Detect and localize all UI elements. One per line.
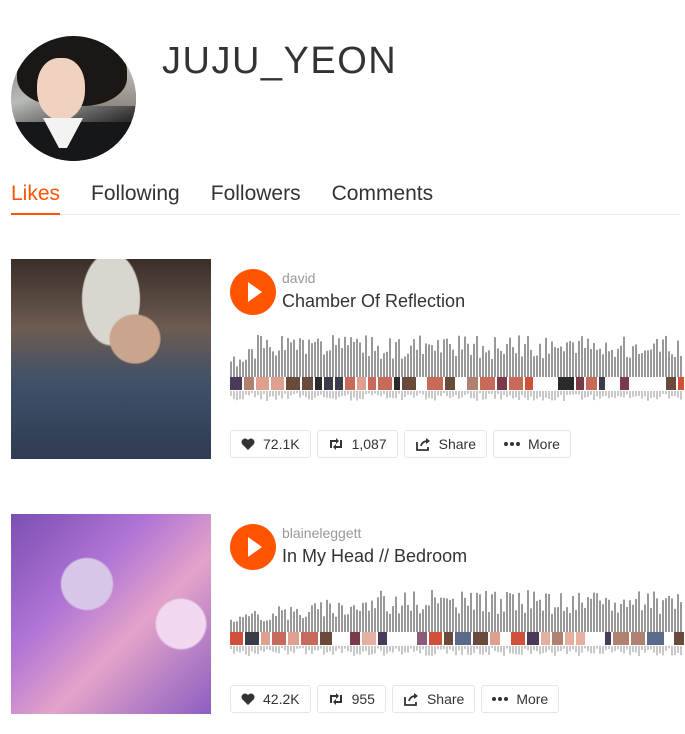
track-actions: 72.1K 1,087 Share More	[230, 430, 571, 458]
repost-button[interactable]: 955	[316, 685, 386, 713]
repost-count: 955	[351, 691, 375, 707]
play-button[interactable]	[230, 524, 276, 570]
share-icon	[415, 437, 431, 451]
like-count: 42.2K	[263, 691, 300, 707]
more-button[interactable]: More	[481, 685, 560, 713]
more-icon	[492, 697, 509, 701]
more-label: More	[528, 436, 560, 452]
share-label: Share	[438, 436, 476, 452]
track-uploader[interactable]: david	[282, 270, 315, 286]
heart-icon	[241, 438, 255, 450]
share-label: Share	[426, 691, 465, 707]
profile-avatar[interactable]	[11, 36, 136, 161]
profile-tabs: Likes Following Followers Comments	[11, 180, 680, 215]
track-artwork[interactable]	[11, 259, 211, 459]
track-actions: 42.2K 955 Share More	[230, 685, 560, 713]
track-title[interactable]: In My Head // Bedroom	[282, 546, 467, 567]
track-title[interactable]: Chamber Of Reflection	[282, 291, 465, 312]
waveform[interactable]	[230, 584, 685, 656]
share-button[interactable]: Share	[391, 685, 476, 713]
tab-following[interactable]: Following	[91, 180, 180, 215]
play-button[interactable]	[230, 269, 276, 315]
waveform[interactable]	[230, 329, 685, 401]
track-item: david Chamber Of Reflection 72.1K 1,087 …	[11, 259, 685, 459]
track-item: blaineleggett In My Head // Bedroom 42.2…	[11, 514, 685, 714]
share-button[interactable]: Share	[403, 430, 487, 458]
like-button[interactable]: 42.2K	[230, 685, 311, 713]
profile-username: JUJU_YEON	[162, 40, 398, 82]
repost-button[interactable]: 1,087	[316, 430, 398, 458]
like-button[interactable]: 72.1K	[230, 430, 311, 458]
tab-comments[interactable]: Comments	[332, 180, 434, 215]
repost-icon	[328, 437, 344, 451]
heart-icon	[241, 693, 255, 705]
track-artwork[interactable]	[11, 514, 211, 714]
tab-followers[interactable]: Followers	[211, 180, 301, 215]
repost-count: 1,087	[351, 436, 387, 452]
tab-likes[interactable]: Likes	[11, 180, 61, 215]
share-icon	[403, 692, 419, 706]
more-label: More	[516, 691, 549, 707]
like-count: 72.1K	[263, 436, 300, 452]
more-icon	[504, 442, 520, 446]
repost-icon	[328, 692, 344, 706]
track-uploader[interactable]: blaineleggett	[282, 525, 361, 541]
more-button[interactable]: More	[493, 430, 571, 458]
